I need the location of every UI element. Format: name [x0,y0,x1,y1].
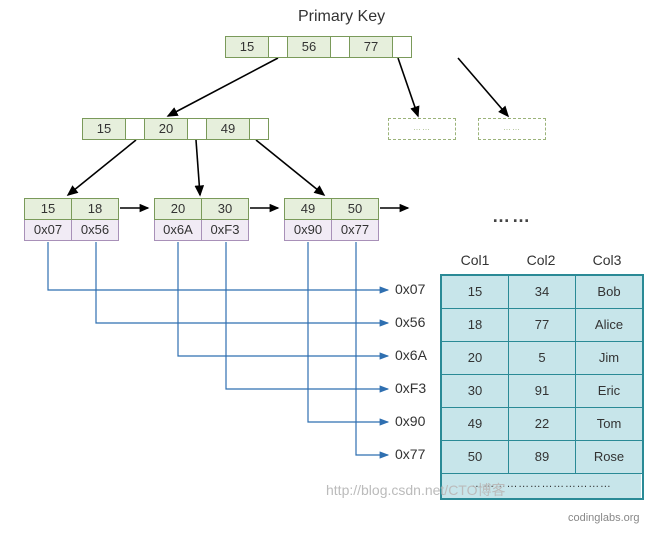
table-header-row: Col1 Col2 Col3 [442,252,640,268]
pointer-label: 0x77 [395,446,425,462]
table-cell: Rose [576,441,642,474]
pointer-label: 0x07 [395,281,425,297]
root-key: 56 [288,37,331,57]
leaf-key: 15 [24,198,71,220]
node-placeholder: …… [388,118,456,140]
table-cell: 77 [509,309,576,342]
table-cell: 89 [509,441,576,474]
leaf-key: 49 [284,198,331,220]
internal-ptr [188,119,206,139]
table-cell: 91 [509,375,576,408]
ellipsis: …… [492,206,532,227]
table-cell: Alice [576,309,642,342]
leaf-key: 20 [154,198,201,220]
table-cell: 15 [442,276,509,309]
table-header: Col1 [442,252,508,268]
pointer-label: 0x6A [395,347,427,363]
table-header: Col3 [574,252,640,268]
table-row: 18 77 Alice [442,309,642,342]
internal-ptr [126,119,144,139]
leaf-key: 18 [71,198,119,220]
table-row: 49 22 Tom [442,408,642,441]
table-cell: 30 [442,375,509,408]
root-node: 15 56 77 [225,36,412,58]
table-cell: Jim [576,342,642,375]
table-cell: 5 [509,342,576,375]
table-cell: Eric [576,375,642,408]
leaf-node: 15 18 0x07 0x56 [24,198,119,241]
internal-ptr [250,119,268,139]
table-cell: 34 [509,276,576,309]
table-cell: 50 [442,441,509,474]
leaf-key: 50 [331,198,379,220]
internal-key: 20 [145,119,188,139]
table-header: Col2 [508,252,574,268]
leaf-pointer: 0x6A [154,220,201,241]
root-ptr [331,37,349,57]
table-row: 20 5 Jim [442,342,642,375]
diagram-title: Primary Key [298,8,385,26]
pointer-label: 0x56 [395,314,425,330]
leaf-pointer: 0x77 [331,220,379,241]
pointer-label: 0xF3 [395,380,426,396]
table-row: 50 89 Rose [442,441,642,474]
table-row: 15 34 Bob [442,276,642,309]
leaf-pointer: 0xF3 [201,220,249,241]
root-key: 15 [226,37,269,57]
table-cell: Tom [576,408,642,441]
pointer-label: 0x90 [395,413,425,429]
internal-node: 15 20 49 [82,118,269,140]
leaf-pointer: 0x90 [284,220,331,241]
internal-key: 49 [207,119,250,139]
table-cell: 49 [442,408,509,441]
table-row: 30 91 Eric [442,375,642,408]
citation: codinglabs.org [568,512,640,524]
table-cell: Bob [576,276,642,309]
leaf-key: 30 [201,198,249,220]
table-cell: 18 [442,309,509,342]
leaf-node: 49 50 0x90 0x77 [284,198,379,241]
watermark: http://blog.csdn.net/CTO博客 [326,480,506,500]
internal-key: 15 [83,119,126,139]
root-key: 77 [350,37,393,57]
table-cell: 20 [442,342,509,375]
leaf-pointer: 0x56 [71,220,119,241]
table-cell: 22 [509,408,576,441]
root-ptr [393,37,411,57]
leaf-node: 20 30 0x6A 0xF3 [154,198,249,241]
root-ptr [269,37,287,57]
node-placeholder: …… [478,118,546,140]
leaf-pointer: 0x07 [24,220,71,241]
data-table: 15 34 Bob 18 77 Alice 20 5 Jim 30 91 Eri… [440,274,644,500]
